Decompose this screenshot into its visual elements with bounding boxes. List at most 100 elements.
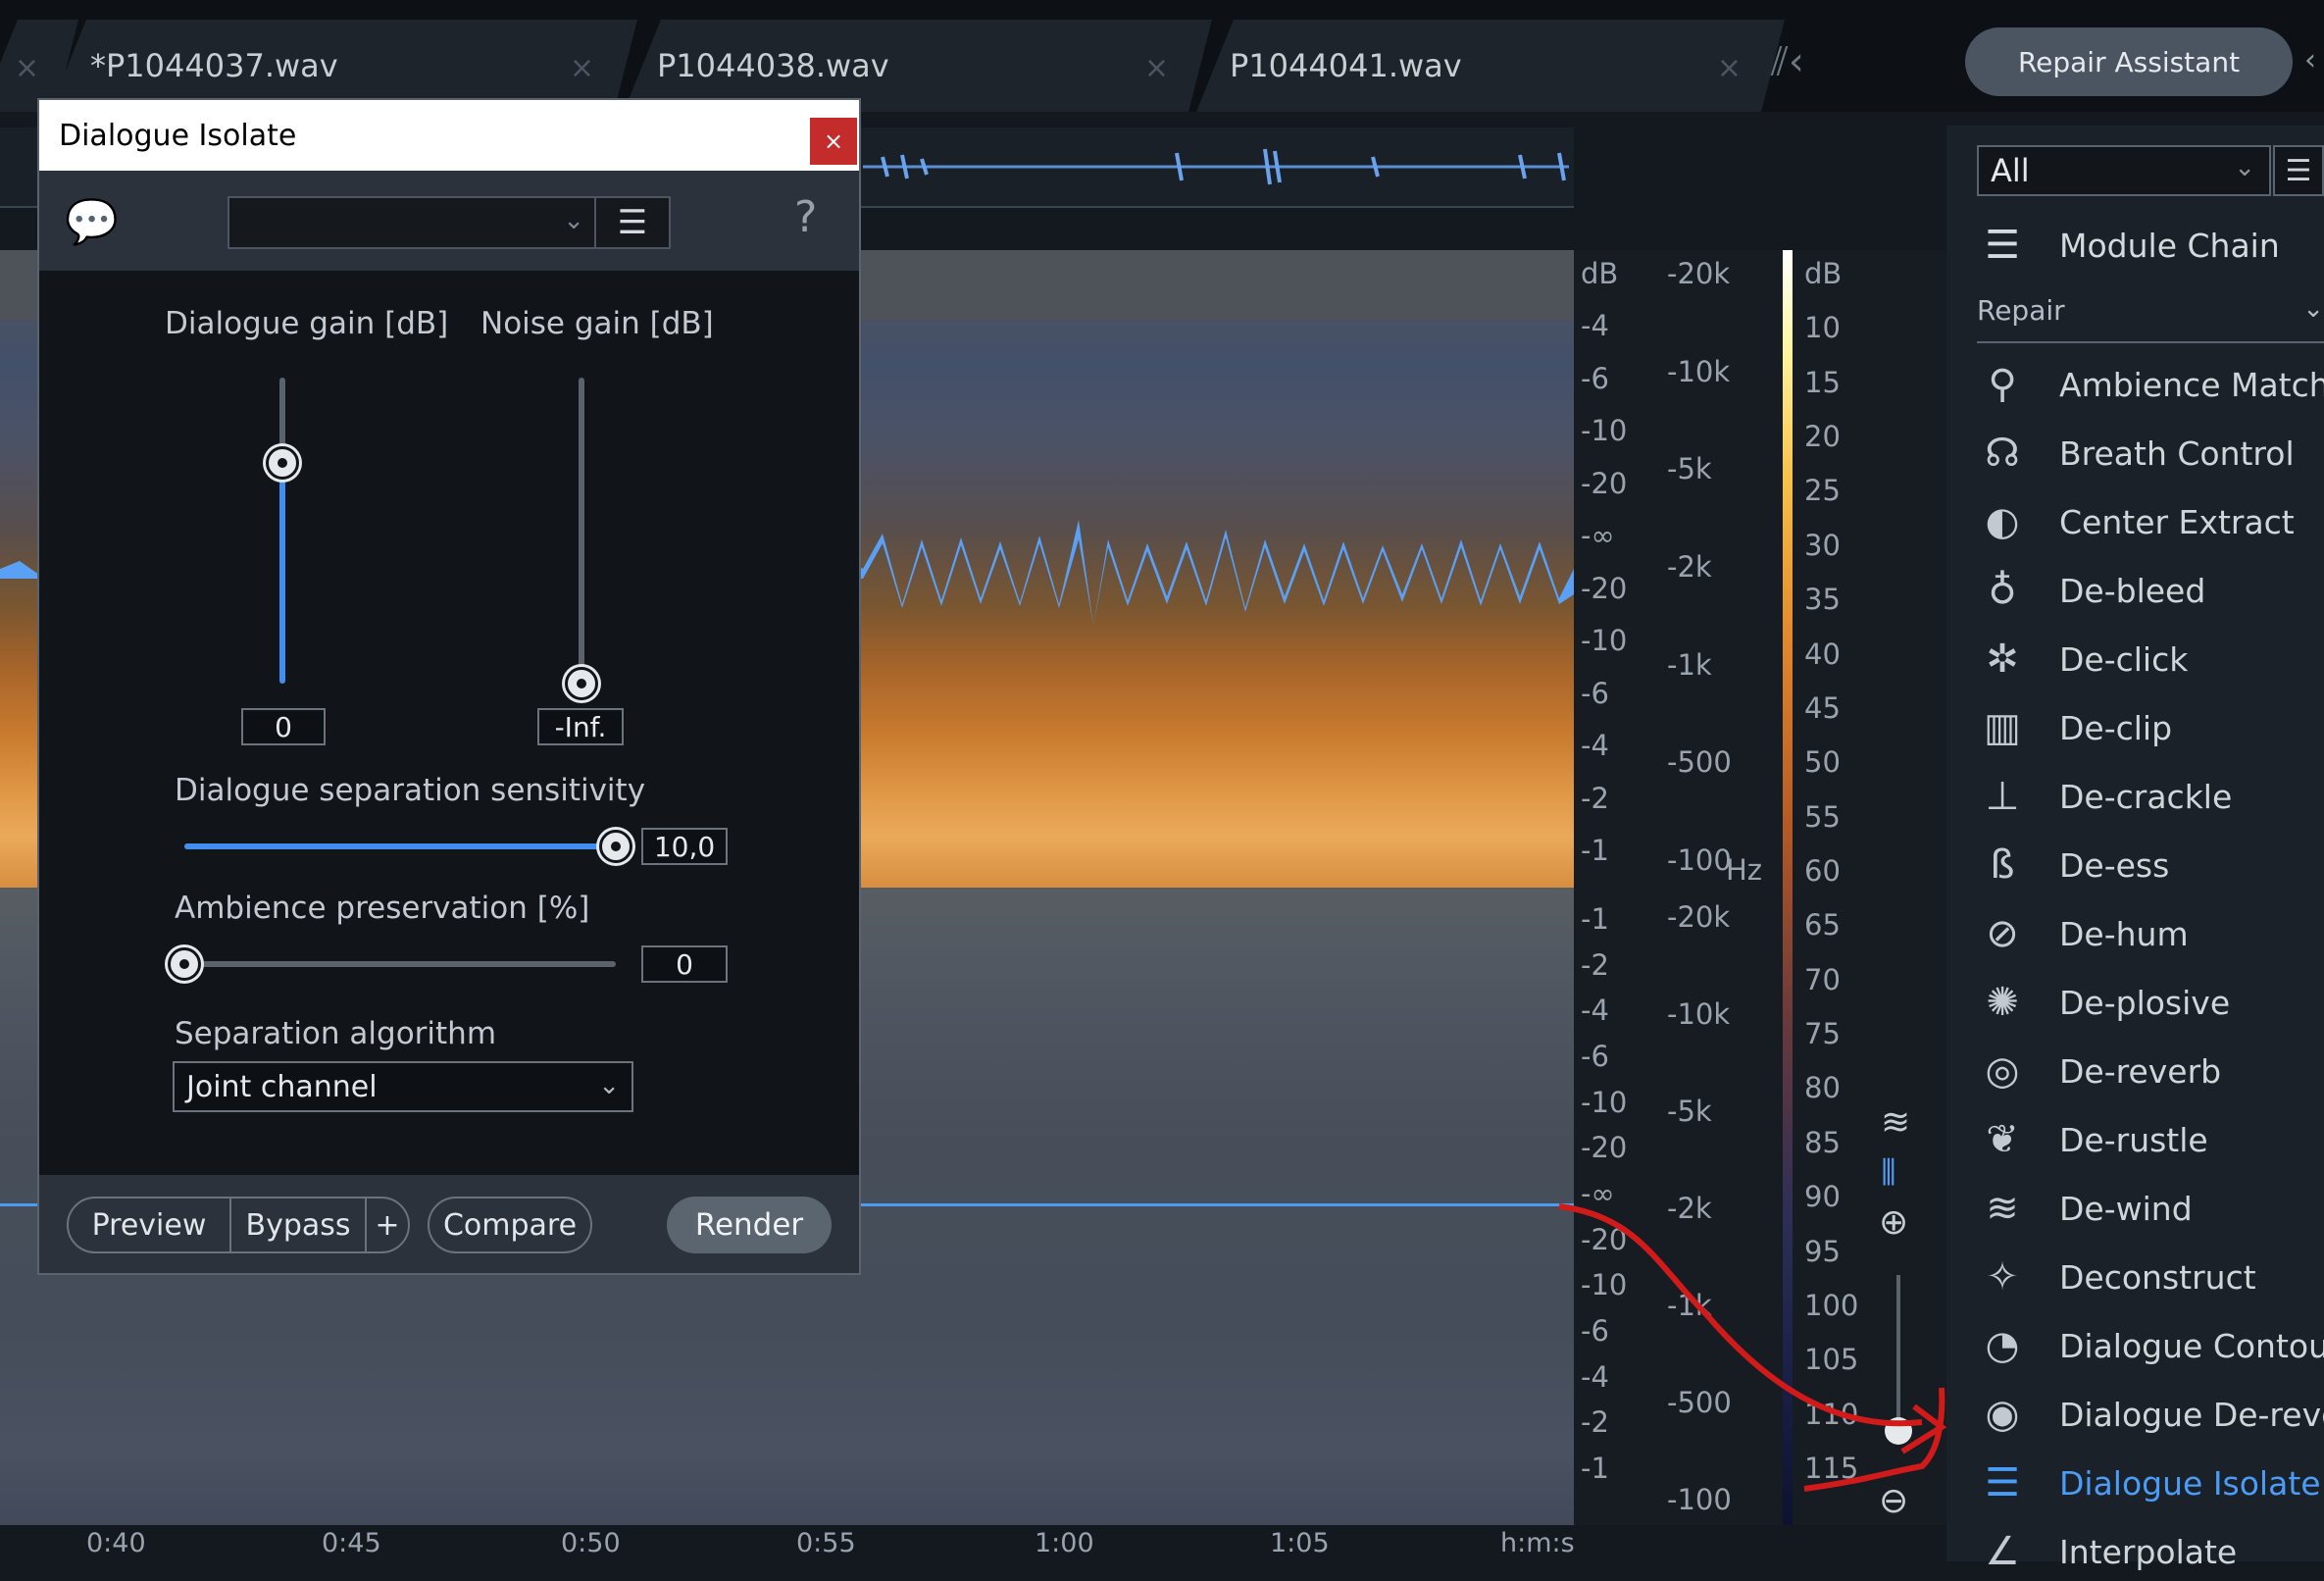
ambience-match-icon: ⚲ xyxy=(1988,362,2017,407)
db-scale-tick: 45 xyxy=(1804,690,1841,725)
frequency-tick: -5k xyxy=(1667,452,1712,486)
module-chain-label: Module Chain xyxy=(2059,226,2280,265)
module-item-breath-control[interactable]: ☊ Breath Control xyxy=(1977,424,2294,483)
repair-assistant-button[interactable]: Repair Assistant xyxy=(1965,27,2293,96)
panel-menu-button[interactable]: ☰ xyxy=(2273,145,2324,196)
repair-section-header[interactable]: Repair ⌄ xyxy=(1977,294,2324,343)
frequency-unit: Hz xyxy=(1726,853,1763,887)
chevron-down-icon: ⌄ xyxy=(2234,153,2255,182)
de-hum-icon: ⊘ xyxy=(1986,911,2019,956)
frequency-tick: -10k xyxy=(1667,997,1731,1031)
module-item-deconstruct[interactable]: ✧ Deconstruct xyxy=(1977,1248,2255,1306)
help-button[interactable]: ? xyxy=(794,192,817,242)
module-label: De-clip xyxy=(2059,708,2173,747)
module-item-de-reverb[interactable]: ◎ De-reverb xyxy=(1977,1042,2222,1100)
module-chain-button[interactable]: ☰ Module Chain xyxy=(1977,216,2280,275)
render-button[interactable]: Render xyxy=(667,1197,832,1253)
module-label: Center Extract xyxy=(2059,502,2295,541)
module-item-de-rustle[interactable]: ❦ De-rustle xyxy=(1977,1110,2208,1169)
amplitude-tick: dB xyxy=(1581,257,1619,290)
db-scale-tick: 35 xyxy=(1804,583,1841,617)
module-item-interpolate[interactable]: ∠ Interpolate xyxy=(1977,1522,2237,1581)
amplitude-tick: -20 xyxy=(1581,571,1628,605)
chevron-left-icon[interactable]: ‹ xyxy=(2304,43,2316,77)
bypass-button[interactable]: Bypass xyxy=(229,1197,367,1253)
dialogue-gain-value[interactable]: 0 xyxy=(241,708,326,745)
module-item-de-hum[interactable]: ⊘ De-hum xyxy=(1977,904,2189,963)
close-icon: × xyxy=(823,128,844,155)
amplitude-tick: -∞ xyxy=(1581,519,1615,553)
module-item-de-crackle[interactable]: ⊥ De-crackle xyxy=(1977,767,2233,826)
breath-control-icon: ☊ xyxy=(1985,431,2020,476)
close-icon[interactable]: × xyxy=(1717,51,1742,85)
interpolate-icon: ∠ xyxy=(1985,1529,2020,1574)
de-rustle-icon: ❦ xyxy=(1986,1117,2019,1162)
timeline-tick: 1:05 xyxy=(1270,1528,1330,1558)
noise-gain-handle[interactable] xyxy=(565,667,598,700)
waveform-view-icon[interactable]: ≋ xyxy=(1881,1102,1910,1143)
plus-icon: + xyxy=(375,1207,400,1243)
preset-select[interactable]: ⌄ xyxy=(227,196,596,249)
timeline-ruler[interactable] xyxy=(0,1525,1574,1561)
db-scale-tick: dB xyxy=(1804,257,1843,290)
close-icon[interactable]: × xyxy=(570,51,594,85)
tab-file-3[interactable]: P1044041.wav × xyxy=(1196,20,1785,112)
module-label: De-hum xyxy=(2059,914,2189,953)
module-item-de-wind[interactable]: ≋ De-wind xyxy=(1977,1179,2192,1238)
module-filter-select[interactable]: All ⌄ xyxy=(1977,145,2271,196)
db-scale-tick: 20 xyxy=(1804,420,1841,454)
amplitude-tick: -1 xyxy=(1581,902,1609,936)
module-item-de-plosive[interactable]: ✺ De-plosive xyxy=(1977,973,2230,1032)
sensitivity-value[interactable]: 10,0 xyxy=(641,828,728,865)
db-scale-tick: 60 xyxy=(1804,854,1841,888)
ambience-label: Ambience preservation [%] xyxy=(175,891,590,926)
sensitivity-handle[interactable] xyxy=(599,830,632,863)
ambience-value[interactable]: 0 xyxy=(641,945,728,983)
noise-gain-value[interactable]: -Inf. xyxy=(537,708,624,745)
module-label: De-rustle xyxy=(2059,1120,2208,1159)
dialogue-contour-icon: ◔ xyxy=(1985,1323,2020,1368)
tab-label: *P1044037.wav xyxy=(90,47,338,84)
amplitude-tick: -10 xyxy=(1581,624,1628,658)
module-item-de-bleed[interactable]: ♁ De-bleed xyxy=(1977,561,2205,620)
close-icon[interactable]: × xyxy=(15,51,39,85)
frequency-tick: -100 xyxy=(1667,843,1732,877)
chevron-down-icon: ⌄ xyxy=(563,206,584,235)
frequency-tick: -2k xyxy=(1667,550,1712,584)
dialogue-de-reverb-icon: ◉ xyxy=(1985,1392,2020,1437)
window-title-bar[interactable]: Dialogue Isolate xyxy=(39,100,859,171)
compare-button[interactable]: Compare xyxy=(428,1197,592,1253)
timeline-tick: 0:55 xyxy=(796,1528,856,1558)
de-ess-icon: ß xyxy=(1990,842,2015,888)
ambience-handle[interactable] xyxy=(168,947,201,981)
module-item-dialogue-de-reverb[interactable]: ◉ Dialogue De-reverb xyxy=(1977,1385,2324,1444)
tab-overflow-icon[interactable]: ⫽‹ xyxy=(1771,39,1804,84)
hamburger-icon: ☰ xyxy=(2285,153,2312,188)
module-item-de-clip[interactable]: ▥ De-clip xyxy=(1977,698,2172,757)
preset-menu-button[interactable]: ☰ xyxy=(594,196,671,249)
bypass-label: Bypass xyxy=(245,1207,351,1243)
amplitude-tick: -1 xyxy=(1581,834,1609,867)
chevron-down-icon: ⌄ xyxy=(598,1071,620,1100)
module-item-center-extract[interactable]: ◐ Center Extract xyxy=(1977,492,2295,551)
close-button[interactable]: × xyxy=(810,118,857,165)
de-reverb-icon: ◎ xyxy=(1985,1048,2020,1094)
module-item-dialogue-isolate[interactable]: ☰ Dialogue Isolate xyxy=(1977,1454,2321,1512)
module-item-dialogue-contour[interactable]: ◔ Dialogue Contour xyxy=(1977,1316,2324,1375)
speech-bubble-icon: 💬 xyxy=(65,197,119,247)
close-icon[interactable]: × xyxy=(1144,51,1169,85)
ambience-slider[interactable] xyxy=(184,961,616,967)
module-label: De-ess xyxy=(2059,845,2170,885)
preview-label: Preview xyxy=(91,1207,207,1243)
module-label: Dialogue De-reverb xyxy=(2059,1395,2324,1434)
module-item-de-ess[interactable]: ß De-ess xyxy=(1977,836,2169,894)
algorithm-select[interactable]: Joint channel ⌄ xyxy=(173,1061,633,1112)
noise-gain-slider[interactable] xyxy=(579,378,584,684)
module-item-de-click[interactable]: ✲ De-click xyxy=(1977,630,2188,688)
module-item-ambience-match[interactable]: ⚲ Ambience Match xyxy=(1977,355,2324,414)
tab-label: P1044038.wav xyxy=(657,47,889,84)
module-label: De-crackle xyxy=(2059,777,2233,816)
db-scale-tick: 80 xyxy=(1804,1071,1841,1105)
preview-button[interactable]: Preview xyxy=(67,1197,231,1253)
frequency-tick: -5k xyxy=(1667,1095,1712,1128)
